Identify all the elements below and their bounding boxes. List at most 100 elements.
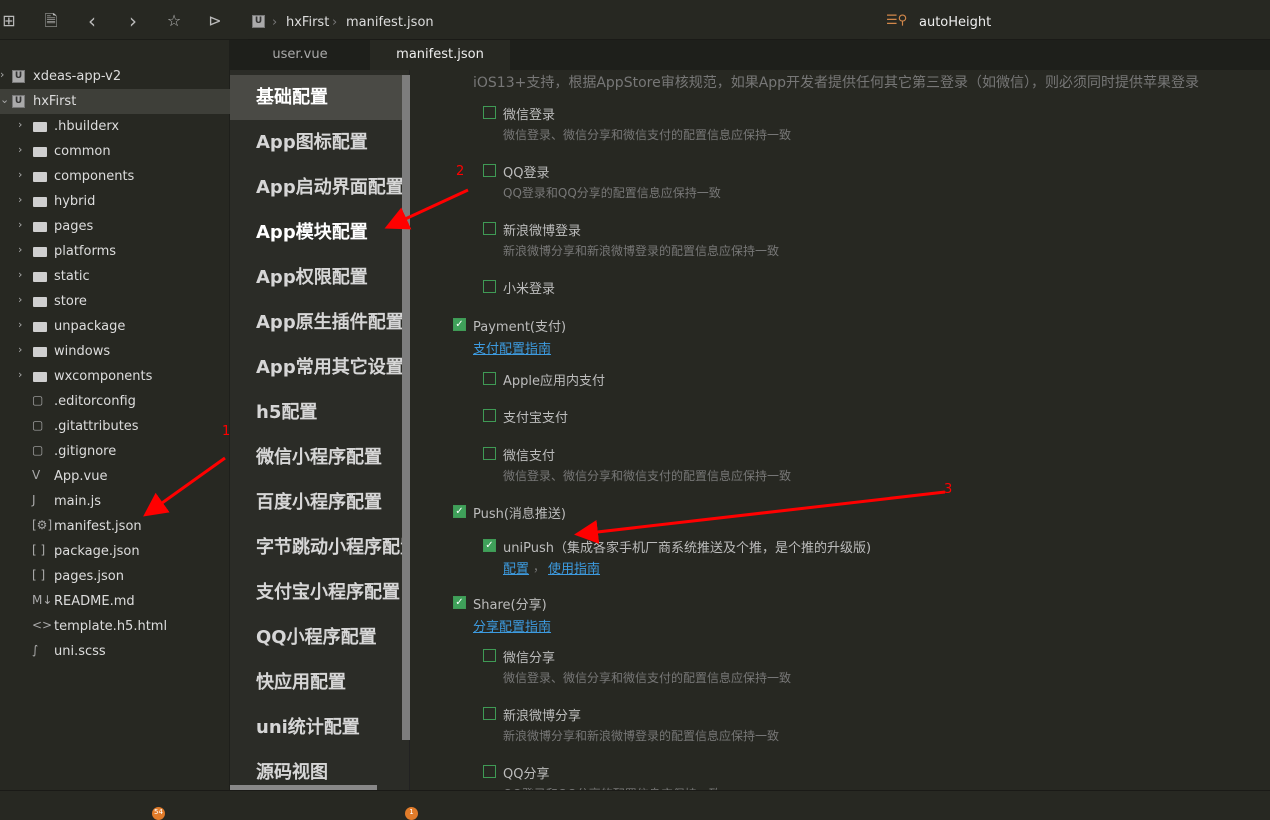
search-box[interactable]: ☰⚲ autoHeight (880, 0, 1270, 40)
tree-item[interactable]: ⌄ UhxFirst (0, 89, 230, 114)
nav-item[interactable]: uni统计配置 (230, 705, 402, 750)
chevron-right-icon[interactable]: › (0, 68, 4, 81)
checkbox-push[interactable]: ✓ (453, 505, 466, 518)
nav-item[interactable]: 支付宝小程序配置 (230, 570, 402, 615)
tree-item[interactable]: › platforms (0, 239, 230, 264)
back-icon[interactable]: ‹ (83, 11, 101, 31)
tree-item[interactable]: [ ] package.json (0, 539, 230, 564)
checkbox-weibo-login[interactable] (483, 222, 496, 235)
chevron-right-icon[interactable]: › (18, 343, 22, 356)
tree-item-label: common (54, 144, 111, 159)
nav-item[interactable]: App启动界面配置 (230, 165, 402, 210)
tree-item[interactable]: › pages (0, 214, 230, 239)
tree-item[interactable]: <> template.h5.html (0, 614, 230, 639)
nav-item[interactable]: 百度小程序配置 (230, 480, 402, 525)
breadcrumb-file[interactable]: manifest.json (346, 15, 434, 30)
status-badge[interactable]: 54 (152, 807, 165, 820)
label-wechat-share: 微信分享 (503, 651, 556, 666)
tree-item-label: README.md (54, 594, 135, 609)
nav-item[interactable]: App权限配置 (230, 255, 402, 300)
save-icon[interactable]: 🗎 (42, 12, 60, 30)
checkbox-qq-share[interactable] (483, 765, 496, 778)
tree-item-label: components (54, 169, 135, 184)
tree-item[interactable]: › unpackage (0, 314, 230, 339)
checkbox-apple-pay[interactable] (483, 372, 496, 385)
tree-item[interactable]: › components (0, 164, 230, 189)
tree-item[interactable]: Jmain.js (0, 489, 230, 514)
nav-scrollbar[interactable] (402, 75, 410, 740)
forward-icon[interactable]: › (124, 11, 142, 31)
tree-item[interactable]: ▢ .editorconfig (0, 389, 230, 414)
chevron-right-icon[interactable]: › (18, 193, 22, 206)
tree-item[interactable]: V App.vue (0, 464, 230, 489)
status-badge[interactable]: 1 (405, 807, 418, 820)
nav-item[interactable]: 微信小程序配置 (230, 435, 402, 480)
tree-item[interactable]: › hybrid (0, 189, 230, 214)
nav-item[interactable]: App常用其它设置 (230, 345, 402, 390)
checkbox-wechat-share[interactable] (483, 649, 496, 662)
chevron-right-icon[interactable]: › (18, 293, 22, 306)
star-icon[interactable]: ☆ (165, 12, 183, 30)
tree-item[interactable]: M↓ README.md (0, 589, 230, 614)
tree-item[interactable]: › static (0, 264, 230, 289)
checkbox-alipay[interactable] (483, 409, 496, 422)
nav-item[interactable]: 快应用配置 (230, 660, 402, 705)
nav-item[interactable]: 基础配置 (230, 75, 402, 120)
file-icon: V (32, 468, 41, 482)
config-link[interactable]: 配置 (503, 558, 529, 577)
nav-item[interactable]: App图标配置 (230, 120, 402, 165)
tree-item[interactable]: ▢ .gitattributes (0, 414, 230, 439)
tree-item[interactable]: ▢ .gitignore (0, 439, 230, 464)
chevron-right-icon[interactable]: › (18, 143, 22, 156)
tree-item[interactable]: › Uxdeas-app-v2 (0, 64, 230, 89)
new-file-icon[interactable]: ⊞ (0, 12, 18, 30)
folder-icon (33, 297, 47, 307)
nav-item[interactable]: h5配置 (230, 390, 402, 435)
checkbox-wechat-pay[interactable] (483, 447, 496, 460)
checkbox-unipush[interactable]: ✓ (483, 539, 496, 552)
breadcrumb: U › hxFirst › manifest.json (248, 0, 868, 40)
tree-item[interactable]: › store (0, 289, 230, 314)
tree-item[interactable]: › .hbuilderx (0, 114, 230, 139)
label-share: Share(分享) (473, 598, 547, 613)
tree-item[interactable]: › wxcomponents (0, 364, 230, 389)
chevron-right-icon[interactable]: › (18, 243, 22, 256)
tree-item[interactable]: [⚙] manifest.json (0, 514, 230, 539)
checkbox-weibo-share[interactable] (483, 707, 496, 720)
guide-link[interactable]: 分享配置指南 (473, 616, 551, 635)
tab-manifest-json[interactable]: manifest.json (370, 40, 510, 70)
chevron-right-icon[interactable]: › (18, 168, 22, 181)
usage-guide-link[interactable]: 使用指南 (548, 558, 600, 577)
chevron-right-icon[interactable]: › (18, 118, 22, 131)
guide-link[interactable]: 支付配置指南 (473, 338, 551, 357)
nav-item[interactable]: App模块配置 (230, 210, 402, 255)
checkbox-share[interactable]: ✓ (453, 596, 466, 609)
chevron-right-icon[interactable]: › (18, 368, 22, 381)
nav-item[interactable]: QQ小程序配置 (230, 615, 402, 660)
nav-item[interactable]: 源码视图 (230, 750, 402, 795)
tree-item-label: unpackage (54, 319, 126, 334)
tree-item[interactable]: › windows (0, 339, 230, 364)
breadcrumb-project[interactable]: hxFirst (286, 15, 329, 30)
label-unipush: uniPush（集成各家手机厂商系统推送及个推，是个推的升级版) (503, 541, 872, 556)
label-xiaomi-login: 小米登录 (503, 282, 556, 297)
tab-user-vue[interactable]: user.vue (230, 40, 370, 70)
chevron-down-icon[interactable]: ⌄ (0, 93, 9, 106)
tree-item[interactable]: [ ] pages.json (0, 564, 230, 589)
nav-item[interactable]: 字节跳动小程序配置 (230, 525, 402, 570)
nav-item[interactable]: App原生插件配置 (230, 300, 402, 345)
checkbox-wechat-login[interactable] (483, 106, 496, 119)
checkbox-xiaomi-login[interactable] (483, 280, 496, 293)
chevron-right-icon[interactable]: › (18, 268, 22, 281)
checkbox-qq-login[interactable] (483, 164, 496, 177)
chevron-right-icon[interactable]: › (18, 218, 22, 231)
search-input[interactable]: autoHeight (919, 15, 991, 30)
run-icon[interactable]: ⊳ (206, 12, 224, 30)
chevron-right-icon[interactable]: › (18, 318, 22, 331)
annotation-label: 1 (222, 424, 231, 439)
tree-item[interactable]: ∫ uni.scss (0, 639, 230, 664)
tree-item-label: store (54, 294, 87, 309)
checkbox-payment[interactable]: ✓ (453, 318, 466, 331)
tree-item-label: platforms (54, 244, 117, 259)
tree-item[interactable]: › common (0, 139, 230, 164)
